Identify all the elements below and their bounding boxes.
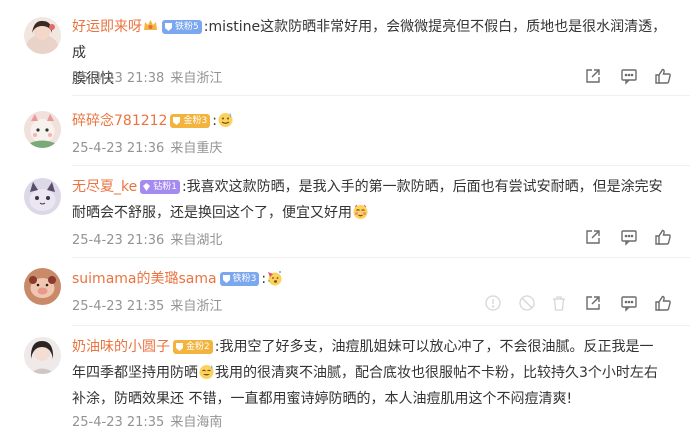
delete-icon[interactable] [550,294,568,312]
timestamp: 25-4-23 21:35 [72,299,165,314]
comment-meta: 25-4-23 21:35 来自浙江 [72,295,222,314]
timestamp: 25-4-23 21:36 [72,233,165,248]
party-emoji [266,269,283,286]
comment-text-continued: 补涂，防晒效果还 不错，一直都用蜜诗婷防晒的，本人油痘肌用这个不闷痘清爽! [72,391,573,407]
timestamp: 25-4-23 21:38 [72,71,165,86]
username[interactable]: suimama的美璐sama [72,271,217,287]
avatar[interactable] [24,178,61,215]
crown-icon [142,17,159,34]
location: 来自湖北 [170,233,223,248]
comment-list: 好运即来呀 铁粉5:mistine这款防晒非常好用，会微微提亮但不假白，质地也是很… [0,0,690,448]
comment-actions [484,294,684,314]
report-icon[interactable] [484,294,502,312]
comment-body: suimama的美璐sama 铁粉3: [72,266,672,292]
sweat-smile-emoji [198,363,215,380]
comment-item: 奶油味的小圆子 金粉2:我用空了好多支，油痘肌姐妹可以放心冲了，不会很油腻。反正我… [0,326,690,448]
like-icon[interactable] [654,294,672,312]
comment-text-continued: 耐晒会不舒服，还是换回这个了，便宜又好用 [72,205,352,221]
comment-actions [582,228,682,248]
comment-item: 碎碎念781212 金粉3: 25-4-23 21:36 来自重庆 [0,96,690,166]
comment-icon[interactable] [620,228,638,246]
comment-text-continued: 年四季都坚持用防晒 [72,365,198,381]
avatar[interactable] [24,111,61,148]
fan-badge: 铁粉3 [219,272,260,286]
comment-body: 碎碎念781212 金粉3: [72,108,672,134]
avatar[interactable] [24,337,61,374]
comment-item: suimama的美璐sama 铁粉3: 25-4-23 21:35 来自浙江 [0,258,690,326]
sweat-emoji [217,111,234,128]
comment-body: 奶油味的小圆子 金粉2:我用空了好多支，油痘肌姐妹可以放心冲了，不会很油腻。反正我… [72,334,672,412]
username[interactable]: 碎碎念781212 [72,113,167,129]
comment-body: 无尽夏_ke 钻粉1:我喜欢这款防晒，是我入手的第一款防晒，后面也有尝试安耐晒，但… [72,174,672,226]
comment-meta: 25-4-23 21:38 来自浙江 [72,67,222,86]
avatar[interactable] [24,268,61,305]
comment-meta: 25-4-23 21:36 来自重庆 [72,137,222,156]
share-icon[interactable] [584,294,602,312]
like-icon[interactable] [654,228,672,246]
username[interactable]: 无尽夏_ke [72,179,137,195]
comment-icon[interactable] [620,294,638,312]
comment-item: 好运即来呀 铁粉5:mistine这款防晒非常好用，会微微提亮但不假白，质地也是很… [0,0,690,96]
block-icon[interactable] [518,294,536,312]
timestamp: 25-4-23 21:35 [72,415,165,430]
location: 来自浙江 [170,71,223,86]
share-icon[interactable] [584,67,602,85]
comment-icon[interactable] [620,67,638,85]
comment-meta: 25-4-23 21:35 来自海南 [72,411,222,430]
comment-text: :我喜欢这款防晒，是我入手的第一款防晒，后面也有尝试安耐晒，但是涂完安 [181,179,663,195]
comment-meta: 25-4-23 21:36 来自湖北 [72,229,222,248]
location: 来自海南 [170,415,223,430]
blush-emoji [352,203,369,220]
fan-badge: 金粉2 [173,340,213,354]
avatar[interactable] [24,17,61,54]
comment-text: :我用空了好多支，油痘肌姐妹可以放心冲了，不会很油腻。反正我是一 [214,339,654,355]
fan-badge: 铁粉5 [162,20,202,34]
comment-text-continued: 我用的很清爽不油腻，配合底妆也很服帖不卡粉，比较持久3个小时左右 [215,365,658,381]
like-icon[interactable] [654,67,672,85]
username[interactable]: 好运即来呀 [72,19,142,35]
location: 来自浙江 [170,299,223,314]
fan-badge: 钻粉1 [140,180,180,194]
username[interactable]: 奶油味的小圆子 [72,339,170,355]
location: 来自重庆 [170,141,223,156]
fan-badge: 金粉3 [170,114,211,128]
share-icon[interactable] [584,228,602,246]
comment-actions [582,67,682,87]
comment-item: 无尽夏_ke 钻粉1:我喜欢这款防晒，是我入手的第一款防晒，后面也有尝试安耐晒，但… [0,166,690,258]
timestamp: 25-4-23 21:36 [72,141,165,156]
